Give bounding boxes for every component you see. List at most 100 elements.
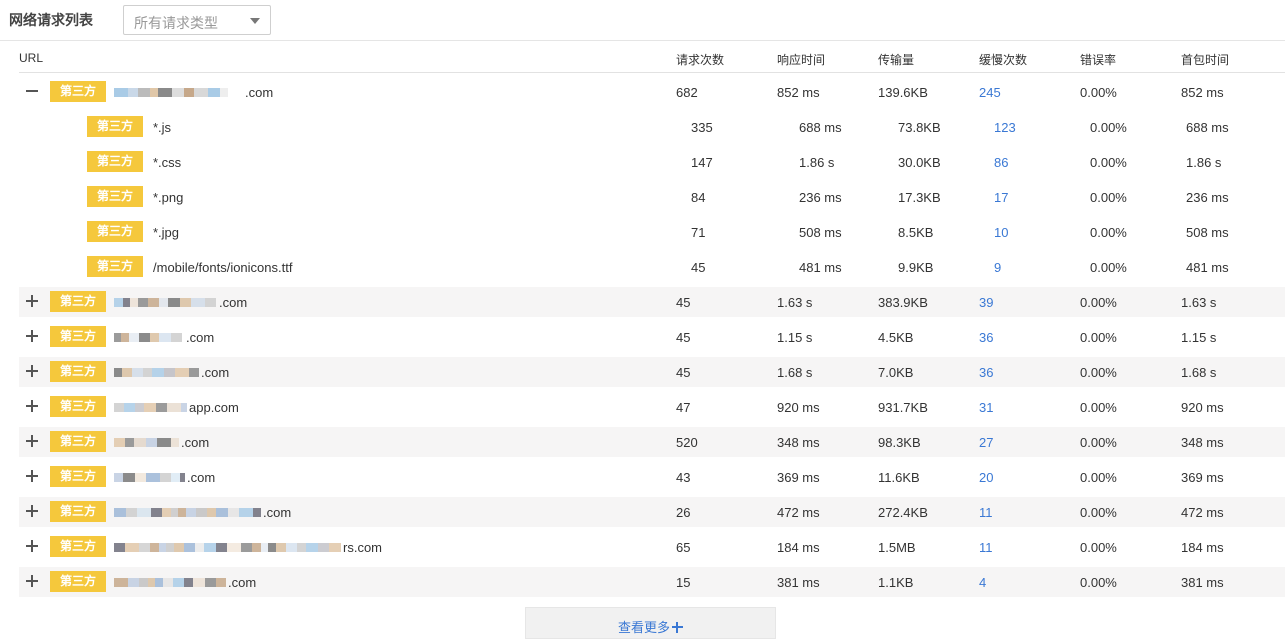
table-row[interactable]: 第三方 .com 682 852 ms 139.6KB 245 0.00% 85…	[19, 77, 1285, 107]
cell-requests: 43	[676, 470, 691, 485]
cell-slow-count-link[interactable]: 36	[979, 330, 993, 345]
cell-slow-count-link[interactable]: 27	[979, 435, 993, 450]
cell-slow-count-link[interactable]: 245	[979, 85, 1001, 100]
masked-domain	[114, 88, 228, 97]
cell-url: *.jpg	[153, 225, 180, 240]
cell-response-time: 369 ms	[777, 470, 820, 485]
domain-suffix: .com	[187, 470, 216, 485]
masked-domain	[114, 578, 226, 587]
cell-slow-count-link[interactable]: 20	[979, 470, 993, 485]
third-party-badge: 第三方	[50, 291, 106, 312]
cell-error-rate: 0.00%	[1080, 435, 1117, 450]
expand-icon[interactable]	[25, 574, 39, 588]
cell-response-time: 688 ms	[799, 120, 842, 135]
cell-url: /mobile/fonts/ionicons.ttf	[153, 260, 293, 275]
third-party-badge: 第三方	[87, 221, 143, 242]
expand-icon[interactable]	[25, 294, 39, 308]
cell-slow-count-link[interactable]: 39	[979, 295, 993, 310]
cell-slow-count-link[interactable]: 4	[979, 575, 986, 590]
expand-icon[interactable]	[25, 364, 39, 378]
cell-url: *.css	[153, 155, 182, 170]
table-row[interactable]: 第三方 .com 15 381 ms 1.1KB 4 0.00% 381 ms	[19, 567, 1285, 597]
cell-transfer: 7.0KB	[878, 365, 914, 380]
table-row[interactable]: 第三方 .com 43 369 ms 11.6KB 20 0.00% 369 ms	[19, 462, 1285, 492]
cell-transfer: 1.1KB	[878, 575, 914, 590]
cell-response-time: 472 ms	[777, 505, 820, 520]
cell-transfer: 30.0KB	[898, 155, 941, 170]
request-type-select[interactable]: 所有请求类型	[123, 5, 271, 35]
cell-requests: 147	[691, 155, 713, 170]
cell-slow-count-link[interactable]: 11	[979, 505, 993, 520]
cell-transfer: 98.3KB	[878, 435, 921, 450]
third-party-badge: 第三方	[50, 396, 106, 417]
masked-domain	[114, 333, 182, 342]
domain-suffix: app.com	[189, 400, 239, 415]
cell-slow-count-link[interactable]: 11	[979, 540, 993, 555]
cell-requests: 47	[676, 400, 691, 415]
cell-response-time: 348 ms	[777, 435, 820, 450]
masked-domain	[114, 473, 185, 482]
cell-first-byte: 1.63 s	[1181, 295, 1217, 310]
cell-transfer: 931.7KB	[878, 400, 928, 415]
cell-requests: 71	[691, 225, 706, 240]
cell-first-byte: 1.68 s	[1181, 365, 1217, 380]
table-row[interactable]: 第三方 .com 45 1.68 s 7.0KB 36 0.00% 1.68 s	[19, 357, 1285, 387]
sub-table-row[interactable]: 第三方 *.css 147 1.86 s 30.0KB 86 0.00% 1.86 s	[19, 147, 1285, 177]
table-row[interactable]: 第三方 .com 520 348 ms 98.3KB 27 0.00% 348 ms	[19, 427, 1285, 457]
cell-slow-count-link[interactable]: 123	[994, 120, 1016, 135]
table-row[interactable]: 第三方 rs.com 65 184 ms 1.5MB 11 0.00% 184 ms	[19, 532, 1285, 562]
cell-slow-count-link[interactable]: 10	[994, 225, 1008, 240]
cell-error-rate: 0.00%	[1080, 505, 1117, 520]
expand-icon[interactable]	[25, 399, 39, 413]
cell-response-time: 184 ms	[777, 540, 820, 555]
cell-slow-count-link[interactable]: 9	[994, 260, 1001, 275]
cell-response-time: 1.63 s	[777, 295, 813, 310]
cell-response-time: 1.86 s	[799, 155, 835, 170]
cell-error-rate: 0.00%	[1080, 540, 1117, 555]
cell-transfer: 11.6KB	[878, 470, 920, 485]
plus-icon	[672, 622, 683, 633]
cell-error-rate: 0.00%	[1090, 225, 1127, 240]
cell-first-byte: 852 ms	[1181, 85, 1224, 100]
expand-icon[interactable]	[25, 469, 39, 483]
cell-response-time: 1.68 s	[777, 365, 813, 380]
column-header-error-rate: 错误率	[1080, 53, 1117, 67]
cell-requests: 45	[676, 295, 691, 310]
sub-table-row[interactable]: 第三方 *.jpg 71 508 ms 8.5KB 10 0.00% 508 ms	[19, 217, 1285, 247]
table-row[interactable]: 第三方 .com 45 1.15 s 4.5KB 36 0.00% 1.15 s	[19, 322, 1285, 352]
cell-response-time: 508 ms	[799, 225, 842, 240]
collapse-icon[interactable]	[25, 84, 39, 98]
sub-table-row[interactable]: 第三方 *.js 335 688 ms 73.8KB 123 0.00% 688 ms	[19, 112, 1285, 142]
sub-table-row[interactable]: 第三方/mobile/fonts/ionicons.ttf 45 481 ms 9.9…	[19, 252, 1285, 282]
expand-icon[interactable]	[25, 539, 39, 553]
cell-error-rate: 0.00%	[1080, 85, 1117, 100]
cell-transfer: 4.5KB	[878, 330, 914, 345]
sub-table-row[interactable]: 第三方 *.png 84 236 ms 17.3KB 17 0.00% 236 ms	[19, 182, 1285, 212]
cell-error-rate: 0.00%	[1080, 295, 1117, 310]
table-row[interactable]: 第三方 .com 45 1.63 s 383.9KB 39 0.00% 1.63 s	[19, 287, 1285, 317]
cell-url: *.js	[153, 120, 172, 135]
masked-domain	[114, 298, 216, 307]
expand-icon[interactable]	[25, 504, 39, 518]
cell-first-byte: 472 ms	[1181, 505, 1224, 520]
third-party-badge: 第三方	[87, 116, 143, 137]
cell-first-byte: 688 ms	[1186, 120, 1229, 135]
cell-slow-count-link[interactable]: 17	[994, 190, 1008, 205]
cell-first-byte: 381 ms	[1181, 575, 1224, 590]
cell-response-time: 381 ms	[777, 575, 820, 590]
table-row[interactable]: 第三方 app.com 47 920 ms 931.7KB 31 0.00% 920 ms	[19, 392, 1285, 422]
load-more-button[interactable]: 查看更多	[525, 607, 776, 639]
column-header-first-byte: 首包时间	[1181, 53, 1230, 67]
third-party-badge: 第三方	[87, 151, 143, 172]
cell-slow-count-link[interactable]: 36	[979, 365, 993, 380]
cell-requests: 15	[676, 575, 691, 590]
cell-first-byte: 236 ms	[1186, 190, 1229, 205]
expand-icon[interactable]	[25, 434, 39, 448]
cell-error-rate: 0.00%	[1090, 190, 1127, 205]
cell-response-time: 852 ms	[777, 85, 820, 100]
expand-icon[interactable]	[25, 329, 39, 343]
table-row[interactable]: 第三方 .com 26 472 ms 272.4KB 11 0.00% 472 ms	[19, 497, 1285, 527]
cell-slow-count-link[interactable]: 31	[979, 400, 993, 415]
cell-slow-count-link[interactable]: 86	[994, 155, 1008, 170]
cell-error-rate: 0.00%	[1080, 575, 1117, 590]
